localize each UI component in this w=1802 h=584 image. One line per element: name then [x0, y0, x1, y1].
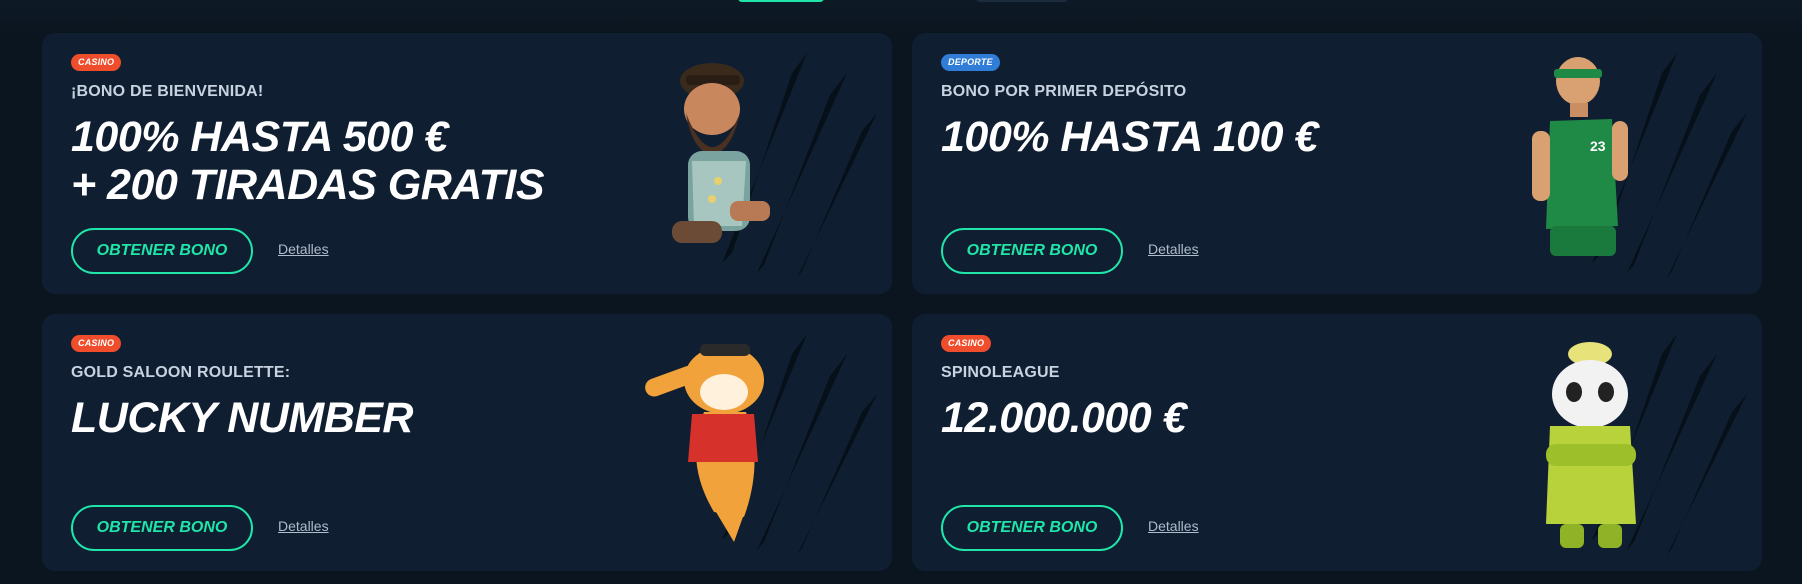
get-bonus-button[interactable]: OBTENER BONO [941, 505, 1123, 551]
promo-headline-line: + 200 TIRADAS GRATIS [71, 161, 545, 209]
get-bonus-button[interactable]: OBTENER BONO [71, 228, 253, 274]
promo-card-casino-welcome: CASINO ¡BONO DE BIENVENIDA! 100% HASTA 5… [42, 33, 892, 294]
category-badge: CASINO [941, 335, 992, 352]
promo-headline-line: 12.000.000 € [941, 394, 1187, 442]
top-tab-indicator[interactable] [976, 0, 1068, 2]
promo-headline: 12.000.000 € [941, 394, 1187, 442]
promo-subtitle: ¡BONO DE BIENVENIDA! [71, 83, 264, 100]
promo-subtitle: BONO POR PRIMER DEPÓSITO [941, 83, 1187, 100]
basketball-player-illustration: 23 [1532, 57, 1628, 256]
promo-headline: LUCKY NUMBER [71, 394, 414, 442]
top-tab-active-indicator[interactable] [738, 0, 824, 2]
promo-headline-line: 100% HASTA 100 € [941, 113, 1318, 161]
promo-card-spinoleague: CASINO SPINOLEAGUE 12.000.000 € OBTENER … [912, 314, 1762, 571]
top-background [0, 0, 1802, 34]
details-link[interactable]: Detalles [1148, 518, 1199, 534]
promo-headline-line: LUCKY NUMBER [71, 394, 414, 442]
details-link[interactable]: Detalles [278, 241, 329, 257]
bearded-dwarf-character-illustration [672, 63, 770, 243]
get-bonus-button[interactable]: OBTENER BONO [71, 505, 253, 551]
promo-card-gold-saloon-roulette: CASINO GOLD SALOON ROULETTE: LUCKY NUMBE… [42, 314, 892, 571]
promotions-grid: CASINO ¡BONO DE BIENVENIDA! 100% HASTA 5… [42, 33, 1762, 571]
details-link[interactable]: Detalles [278, 518, 329, 534]
promo-headline: 100% HASTA 500 € + 200 TIRADAS GRATIS [71, 113, 545, 209]
jersey-number: 23 [1590, 138, 1606, 154]
tiger-character-illustration [645, 344, 764, 542]
promo-card-sport-first-deposit: DEPORTE BONO POR PRIMER DEPÓSITO 100% HA… [912, 33, 1762, 294]
panda-character-illustration [1546, 342, 1636, 548]
category-badge: CASINO [71, 54, 122, 71]
get-bonus-button[interactable]: OBTENER BONO [941, 228, 1123, 274]
promo-headline: 100% HASTA 100 € [941, 113, 1318, 161]
promo-subtitle: GOLD SALOON ROULETTE: [71, 364, 291, 381]
promo-subtitle: SPINOLEAGUE [941, 364, 1060, 381]
category-badge: DEPORTE [941, 54, 1000, 71]
promo-headline-line: 100% HASTA 500 € [71, 113, 448, 161]
category-badge: CASINO [71, 335, 122, 352]
details-link[interactable]: Detalles [1148, 241, 1199, 257]
